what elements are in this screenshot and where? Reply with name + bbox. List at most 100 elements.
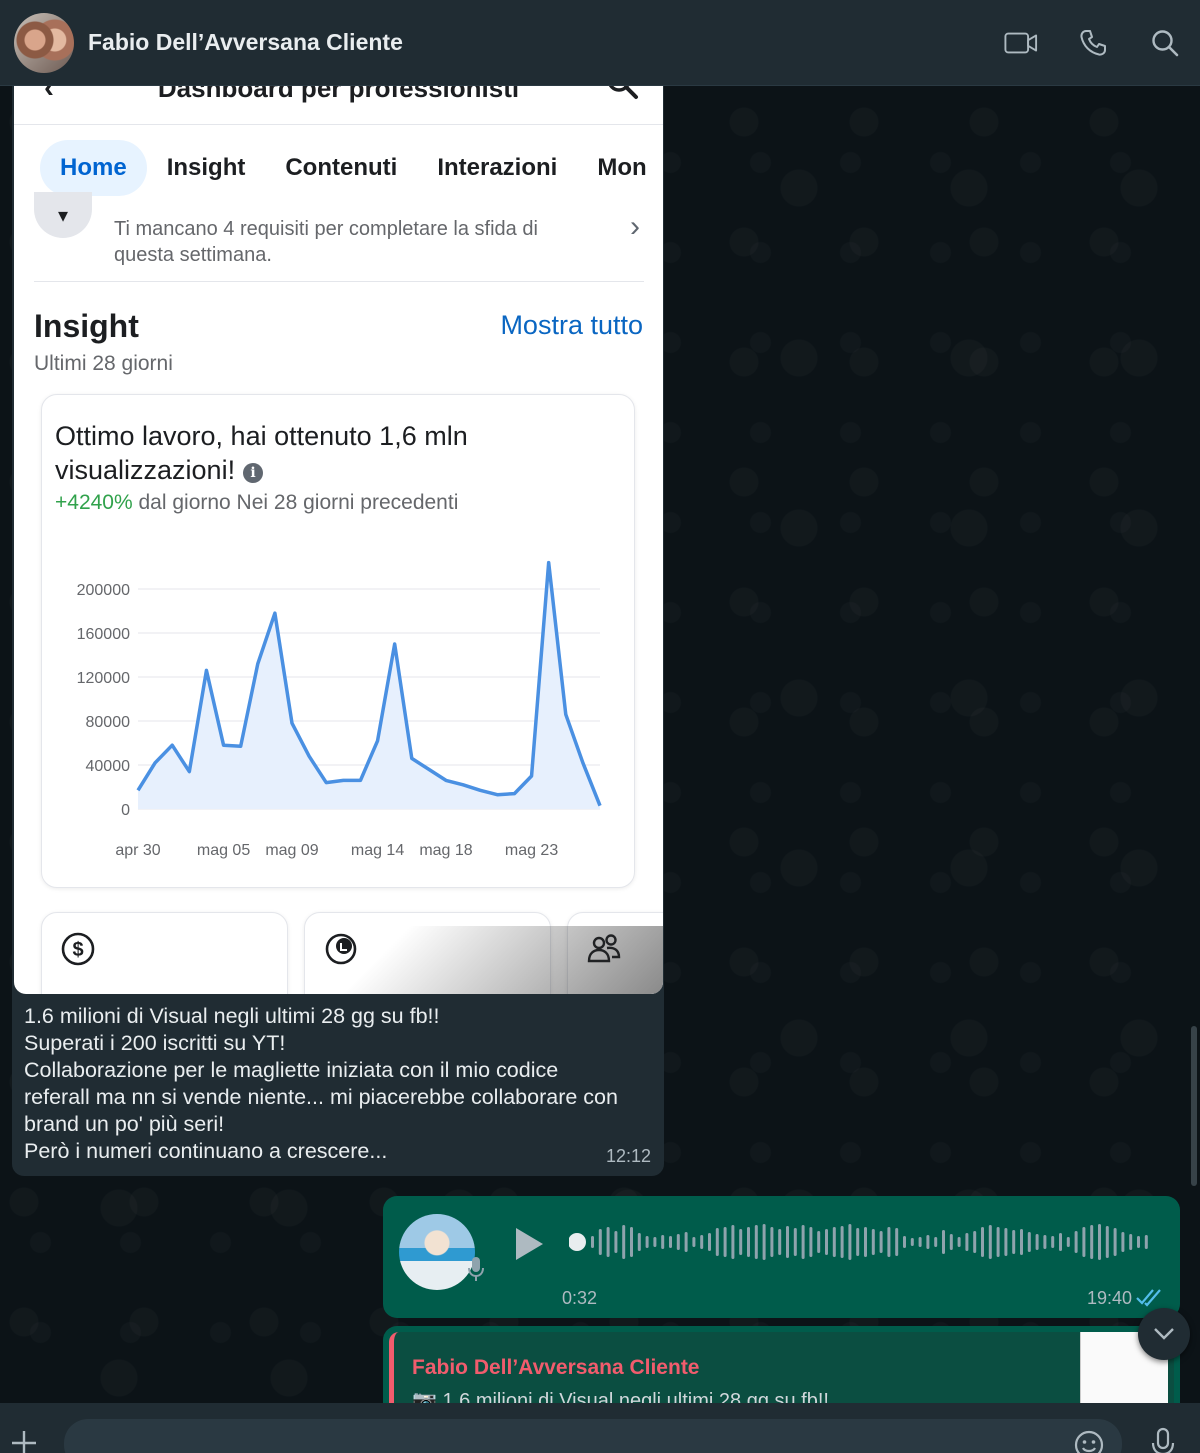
waveform-bar [1121,1232,1125,1252]
show-all-link: Mostra tutto [500,310,643,340]
engagement-icon [323,931,359,972]
waveform-bar [1051,1236,1055,1248]
waveform-bar [801,1225,805,1259]
waveform-bar [708,1233,711,1251]
message-input[interactable] [64,1419,1122,1453]
y-tick-label: 40000 [86,758,131,775]
y-tick-label: 120000 [77,670,130,687]
waveform-bar [817,1231,821,1253]
waveform-bar [630,1227,633,1257]
waveform-bar [910,1238,914,1246]
waveform-bar [598,1229,602,1255]
contact-name[interactable]: Fabio Dell’Avversana Cliente [88,29,403,56]
waveform-bar [692,1237,696,1247]
y-tick-label: 160000 [77,626,130,643]
waveform-bar [918,1237,922,1247]
y-tick-label: 0 [121,802,130,819]
waveform-bar [661,1235,665,1249]
y-tick-label: 80000 [86,714,131,731]
waveform-bar [942,1230,945,1254]
y-tick-label: 200000 [77,582,130,599]
waveform-bar [1027,1232,1031,1252]
waveform-bar [676,1234,680,1250]
waveform-bar [770,1227,774,1257]
video-call-icon[interactable] [1004,26,1038,60]
waveform-bar [653,1237,657,1247]
waveform-bar [864,1227,867,1257]
tab-home: Home [40,140,147,196]
waveform-bar [856,1228,860,1256]
x-tick-label: mag 05 [197,842,250,859]
voice-duration: 0:32 [562,1288,598,1308]
waveform-bar [591,1236,594,1248]
views-card: Ottimo lavoro, hai ottenuto 1,6 mln visu… [41,394,635,888]
fb-topbar-divider [14,124,663,125]
insight-period: Ultimi 28 giorni [34,352,173,375]
x-tick-label: mag 23 [505,842,558,859]
scroll-to-bottom-button[interactable] [1138,1308,1190,1360]
waveform-bar [637,1233,641,1251]
waveform-bar [1082,1227,1086,1257]
waveform-bar [809,1227,813,1257]
views-delta: +4240% dal giorno Nei 28 giorni preceden… [55,491,458,515]
tab-interazioni: Interazioni [437,154,558,181]
waveform-bar [754,1225,758,1259]
waveform-bar [778,1229,782,1255]
header-actions [1004,26,1186,60]
waveform-bar [895,1228,899,1256]
waveform-bar [762,1224,766,1260]
waveform-bar [934,1237,938,1247]
tab-contenuti: Contenuti [285,154,398,181]
emoji-icon[interactable] [1073,1429,1105,1453]
views-delta-text: dal giorno Nei 28 giorni precedenti [132,491,459,514]
fb-tabs: Home Insight Contenuti Interazioni Mon [40,140,663,196]
waveform-bar [1137,1236,1140,1248]
waveform-bar [1144,1235,1148,1249]
microphone-icon[interactable] [1150,1427,1176,1453]
playback-knob[interactable] [569,1233,586,1251]
info-icon: i [243,463,264,483]
attach-plus-icon[interactable] [10,1429,38,1453]
waveform-bar [731,1225,735,1259]
waveform-bar [957,1237,961,1247]
waveform-bar [1066,1237,1070,1247]
waveform-bar [996,1227,1000,1257]
svg-text:$: $ [72,939,83,961]
dollar-icon: $ [60,931,96,972]
engagement-card [304,912,551,994]
waveform-bar [903,1236,906,1248]
chevron-right-icon: › [630,210,640,243]
chat-scrollbar[interactable] [1191,1026,1197,1186]
waveform-bar [1074,1231,1078,1253]
x-tick-label: mag 14 [351,842,404,859]
views-headline: Ottimo lavoro, hai ottenuto 1,6 mln visu… [55,419,525,487]
waveform-bar [825,1229,828,1255]
voice-time: 19:40 [1086,1288,1132,1308]
waveform-bar [840,1226,844,1258]
waveform-bar [973,1231,977,1253]
x-tick-label: apr 30 [115,842,160,859]
earnings-card: $ [41,912,288,994]
fb-topbar: ‹ Dashboard per professionisti [14,86,663,110]
waveform-bar [879,1231,883,1253]
waveform-bar [1035,1234,1039,1250]
search-icon[interactable] [1148,26,1182,60]
play-button[interactable] [513,1226,545,1267]
contact-avatar[interactable] [14,12,74,73]
waveform-bar [1098,1224,1101,1260]
audience-card [567,912,663,994]
waveform-bar [622,1225,626,1259]
waveform-bar [669,1236,672,1248]
views-chart: 200000 160000 120000 80000 40000 0 apr 30 mag 0… [77,560,602,859]
back-arrow-icon: ‹ [44,86,54,104]
voice-waveform[interactable] [569,1222,1149,1262]
waveform-bar [614,1231,618,1253]
waveform-bar [739,1229,743,1255]
waveform-bar [684,1232,688,1252]
message-caption: 1.6 milioni di Visual negli ultimi 28 gg… [24,1004,618,1163]
sender-avatar [399,1214,475,1290]
waveform-bar [793,1228,797,1256]
shared-screenshot-image[interactable]: ‹ Dashboard per professionisti Home Insi… [14,86,663,994]
outgoing-voice-bubble[interactable]: 0:32 19:40 [383,1196,1180,1318]
voice-call-icon[interactable] [1076,26,1110,60]
